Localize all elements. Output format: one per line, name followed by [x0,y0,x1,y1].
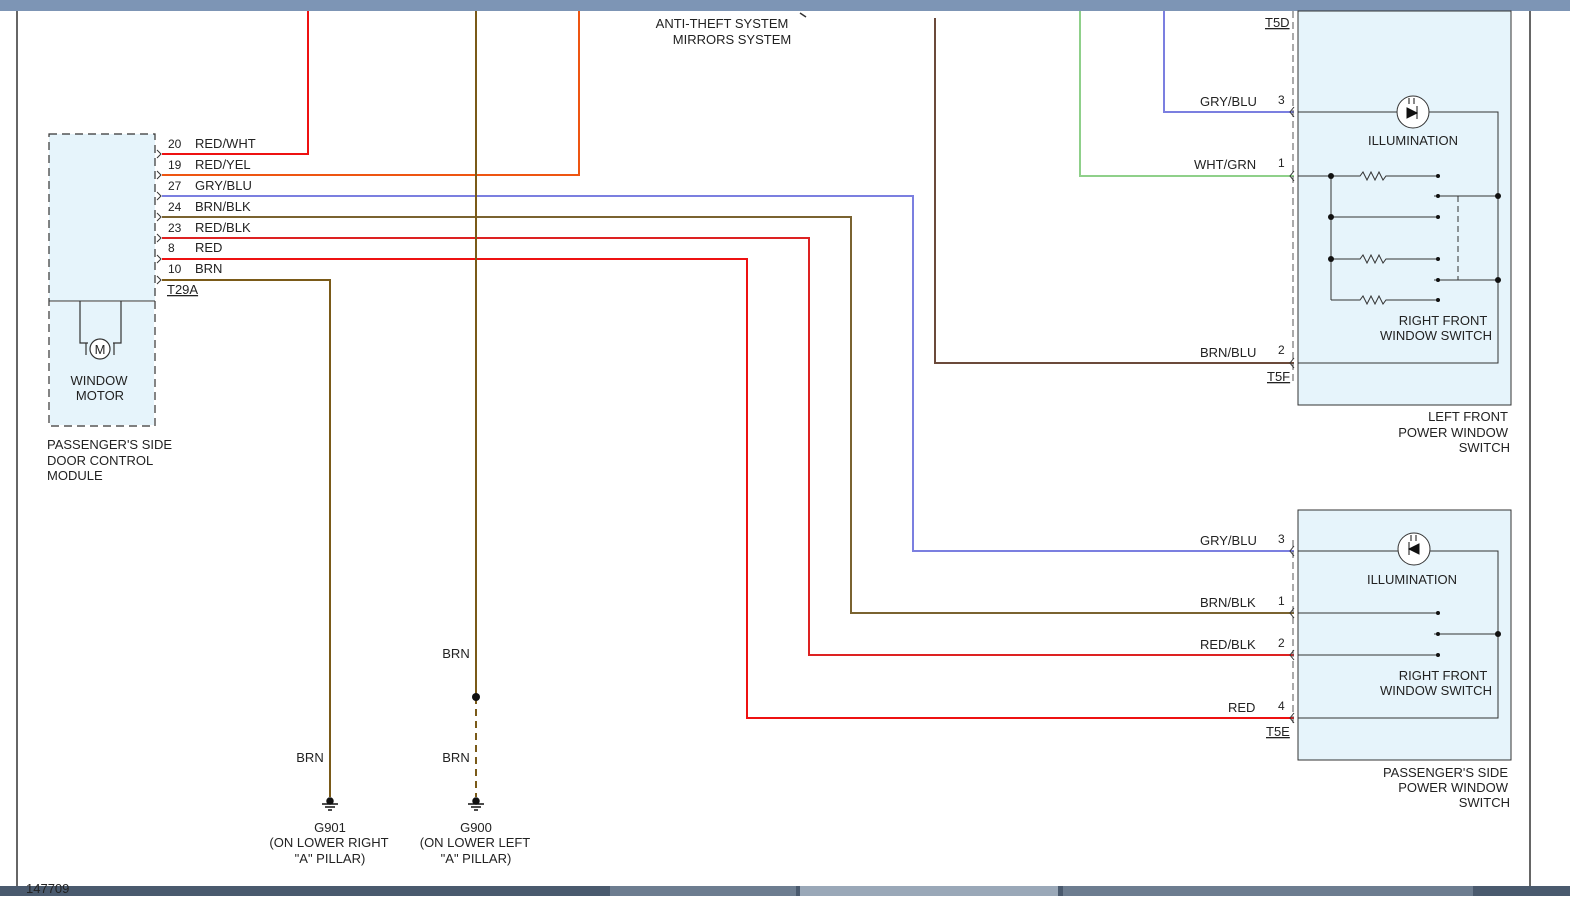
svg-text:RED/BLK: RED/BLK [1200,637,1256,652]
left-inner-label-1: RIGHT FRONT [1399,313,1488,328]
svg-text:4: 4 [1278,699,1285,713]
pass-illumination-icon [1397,532,1431,566]
bottom-tab-bar[interactable] [0,886,1570,896]
svg-text:1: 1 [1278,594,1285,608]
left-connector-bottom: T5F [1267,369,1290,384]
svg-text:20: 20 [168,137,182,151]
left-illumination-icon [1396,95,1430,129]
g901-location-2: "A" PILLAR) [295,851,366,866]
left-switch-label-3: SWITCH [1459,440,1510,455]
wire-brn-blu-left [934,18,1294,364]
svg-text:23: 23 [168,221,182,235]
passenger-switch: T5E 3 GRY/BLU 1 BRN/BLK 2 RED/BLK 4 RED ILLU… [1200,509,1512,810]
pass-pin-3: 3 GRY/BLU [1200,532,1295,557]
pass-pin-1: 1 BRN/BLK [1200,594,1295,619]
svg-text:WHT/GRN: WHT/GRN [1194,157,1256,172]
door-control-module: M WINDOW MOTOR PASSENGER'S SIDE DOOR CON… [47,133,172,483]
left-front-switch: T5D T5F 3 GRY/BLU 1 WHT/GRN 2 BRN/BLU ILLUM… [1194,10,1512,455]
left-illumination-label: ILLUMINATION [1368,133,1458,148]
left-switch-label-1: LEFT FRONT [1428,409,1508,424]
svg-text:27: 27 [168,179,182,193]
g900-location-1: (ON LOWER LEFT [420,835,531,850]
pass-switch-label-1: PASSENGER'S SIDE [1383,765,1508,780]
svg-text:19: 19 [168,158,182,172]
svg-text:RED/WHT: RED/WHT [195,136,256,151]
g901-wire-label: BRN [296,750,323,765]
left-pin-3: 3 GRY/BLU [1200,93,1295,118]
wire-gry-blu-pass [162,195,1294,552]
svg-text:3: 3 [1278,93,1285,107]
pass-switch-label-2: POWER WINDOW [1398,780,1508,795]
pass-switch-label-3: SWITCH [1459,795,1510,810]
dcm-connector-id: T29A [167,282,198,297]
g901-name: G901 [314,820,346,835]
svg-text:GRY/BLU: GRY/BLU [1200,533,1257,548]
pass-pin-4: 4 RED [1228,699,1295,724]
svg-text:BRN/BLK: BRN/BLK [1200,595,1256,610]
pass-illumination-label: ILLUMINATION [1367,572,1457,587]
wire-brn-blk-pass [162,216,1294,614]
svg-text:RED: RED [195,240,222,255]
left-connector-top: T5D [1265,15,1290,30]
g900-wire-label: BRN [442,750,469,765]
ext-ref-marker [799,12,807,18]
left-pin-1: 1 WHT/GRN [1194,156,1295,182]
ext-ref-antitheft: ANTI-THEFT SYSTEM [656,16,789,31]
g900-location-2: "A" PILLAR) [441,851,512,866]
module-label-1: PASSENGER'S SIDE [47,437,172,452]
svg-text:2: 2 [1278,636,1285,650]
svg-text:10: 10 [168,262,182,276]
svg-text:3: 3 [1278,532,1285,546]
ground-icon [468,797,484,811]
motor-symbol: M [95,342,106,357]
left-pin-2: 2 BRN/BLU [1200,343,1295,369]
left-switch-label-2: POWER WINDOW [1398,425,1508,440]
svg-text:BRN/BLU: BRN/BLU [1200,345,1256,360]
wire-wht-grn-left [1079,11,1294,177]
wire-red-blk-pass [162,237,1294,656]
top-scroll-bar[interactable] [0,0,1570,11]
ground-icon [322,797,338,811]
wire-brn-g901 [162,279,331,797]
g900-wire-label-upper: BRN [442,646,469,661]
module-label-2: DOOR CONTROL [47,453,153,468]
pass-pin-2: 2 RED/BLK [1200,636,1295,661]
pass-connector: T5E [1266,724,1290,739]
svg-text:BRN/BLK: BRN/BLK [195,199,251,214]
motor-label-2: MOTOR [76,388,124,403]
wires [162,11,1294,797]
svg-text:8: 8 [168,241,175,255]
svg-text:2: 2 [1278,343,1285,357]
svg-text:GRY/BLU: GRY/BLU [195,178,252,193]
svg-text:GRY/BLU: GRY/BLU [1200,94,1257,109]
svg-text:BRN: BRN [195,261,222,276]
svg-text:1: 1 [1278,156,1285,170]
svg-text:RED: RED [1228,700,1255,715]
footer-code: 147709 [26,881,69,896]
splice-dot [472,693,480,701]
g900-name: G900 [460,820,492,835]
wiring-diagram: 147709 ANTI-THEFT SYSTEM MIRRORS SYSTEM … [0,0,1570,896]
wire-red-wht [162,11,309,155]
ext-ref-mirrors: MIRRORS SYSTEM [673,32,791,47]
svg-text:RED/BLK: RED/BLK [195,220,251,235]
svg-text:RED/YEL: RED/YEL [195,157,251,172]
svg-text:24: 24 [168,200,182,214]
motor-label-1: WINDOW [70,373,128,388]
left-inner-label-2: WINDOW SWITCH [1380,328,1492,343]
wire-red-pass [162,258,1294,719]
module-label-3: MODULE [47,468,103,483]
g901-location-1: (ON LOWER RIGHT [269,835,388,850]
pass-inner-label-2: WINDOW SWITCH [1380,683,1492,698]
pass-inner-label-1: RIGHT FRONT [1399,668,1488,683]
